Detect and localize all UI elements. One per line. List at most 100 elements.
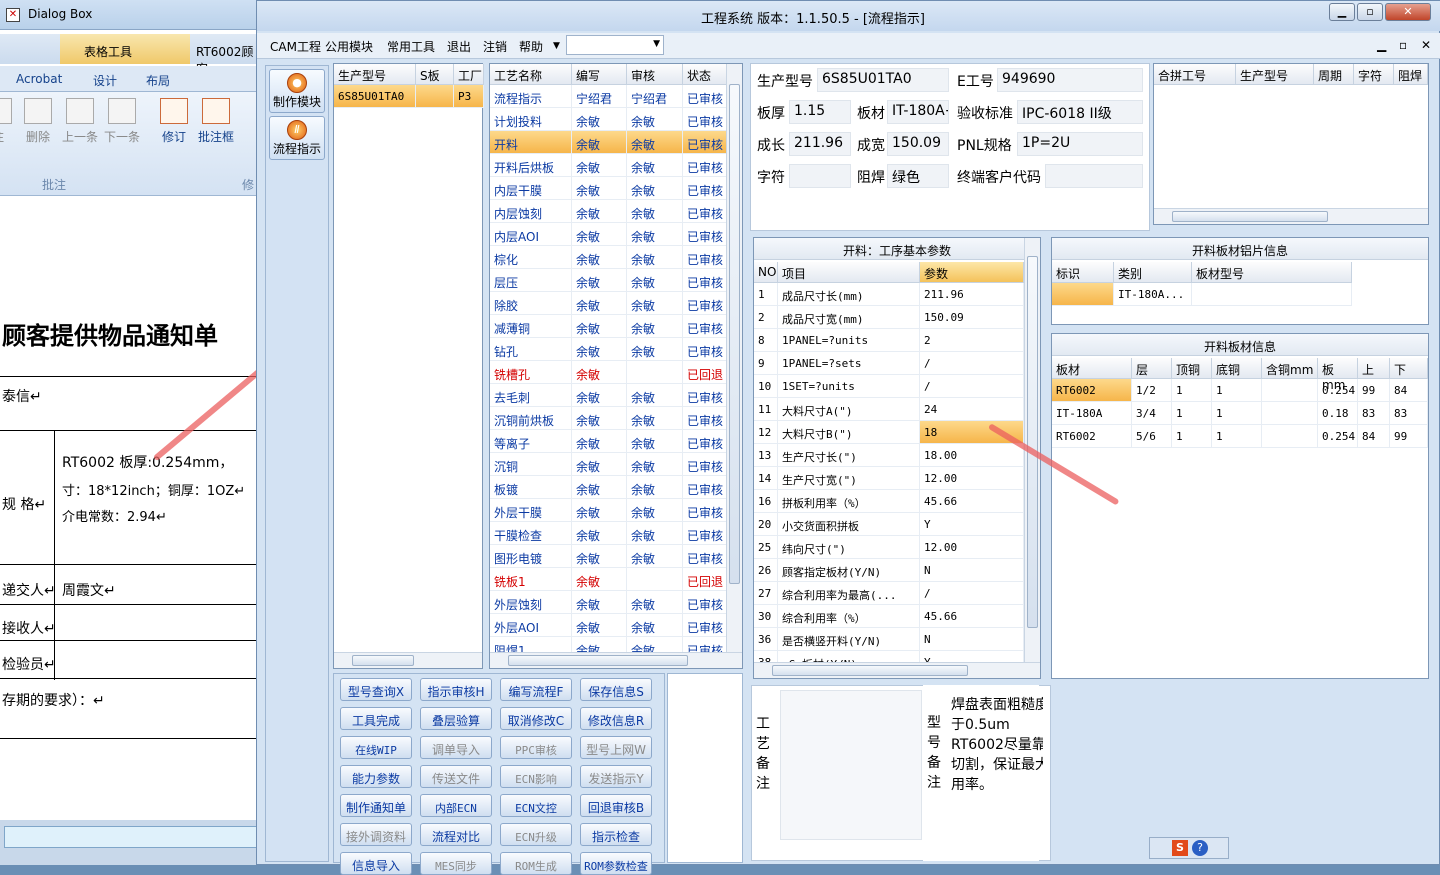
table-row[interactable]: 去毛刺 余敏 余敏 已审核 [490, 384, 742, 407]
column-header[interactable]: 合拼工号 [1154, 64, 1236, 85]
action-button[interactable]: 编写流程F [500, 678, 572, 701]
column-header[interactable]: 阻焊 [1394, 64, 1428, 85]
scroll-thumb[interactable] [729, 84, 740, 584]
action-button[interactable]: PPC审核 [500, 736, 572, 759]
pnl-field[interactable]: 1P=2U [1017, 132, 1143, 156]
column-header[interactable]: 板mm [1318, 358, 1358, 392]
action-button[interactable]: 叠层验算 [420, 707, 492, 730]
tool-make-module[interactable]: ● 制作模块 [269, 69, 325, 113]
column-header[interactable]: S板 [416, 64, 454, 85]
width-field[interactable]: 150.09 [887, 132, 949, 156]
column-header[interactable]: 编写 [572, 64, 627, 85]
ribbon-delete-button[interactable]: 删除 [18, 92, 58, 145]
menu-public-module[interactable]: 公用模块 [325, 38, 373, 55]
table-row[interactable]: 开料 余敏 余敏 已审核 [490, 131, 742, 154]
horizontal-scrollbar[interactable] [490, 652, 742, 668]
tab-design[interactable]: 设计 [93, 72, 117, 89]
maximize-button[interactable]: ▫ [1357, 3, 1383, 21]
table-row[interactable]: 11 大料尺寸A(") 24 [754, 398, 1040, 421]
char-field[interactable] [789, 164, 851, 188]
column-header[interactable]: 标识 [1052, 262, 1114, 283]
column-header[interactable]: 工艺名称 [490, 64, 572, 85]
model-remark-field[interactable]: 焊盘表面粗糙度 于0.5um RT6002尽量靠 切割，保证最大 用率。 [949, 689, 1043, 839]
action-button[interactable]: 型号上网W [580, 736, 652, 759]
column-header[interactable]: 工厂 [454, 64, 484, 85]
ime-logo-icon[interactable]: S [1172, 840, 1188, 856]
action-button[interactable]: 修改信息R [580, 707, 652, 730]
action-button[interactable]: 在线WIP [340, 736, 412, 759]
column-header[interactable]: 状态 [683, 64, 728, 85]
action-button[interactable]: 指示检查 [580, 823, 652, 846]
table-row[interactable]: 除胶 余敏 余敏 已审核 [490, 292, 742, 315]
table-row[interactable]: 25 纬向尺寸(") 12.00 [754, 536, 1040, 559]
table-row[interactable]: 2 成品尺寸宽(mm) 150.09 [754, 306, 1040, 329]
material-field[interactable]: IT-180A+ [887, 100, 949, 124]
menu-combobox[interactable]: ▼ [566, 35, 664, 55]
length-field[interactable]: 211.96 [789, 132, 851, 156]
table-row[interactable]: RT6002 5/6 1 1 0.254 84 99 [1052, 425, 1428, 448]
column-header[interactable]: 下 [1390, 358, 1428, 379]
action-button[interactable]: 保存信息S [580, 678, 652, 701]
action-button[interactable]: 发送指示Y [580, 765, 652, 788]
table-row[interactable]: 内层AOI 余敏 余敏 已审核 [490, 223, 742, 246]
horizontal-scrollbar[interactable] [334, 652, 482, 668]
column-header[interactable]: 项目 [778, 262, 920, 283]
table-row[interactable]: 36 是否横竖开料(Y/N) N [754, 628, 1040, 651]
table-row[interactable]: 开料后烘板 余敏 余敏 已审核 [490, 154, 742, 177]
menu-logout[interactable]: 注销 [483, 38, 507, 55]
action-button[interactable]: ECN文控 [500, 794, 572, 817]
table-row[interactable]: 外层蚀刻 余敏 余敏 已审核 [490, 591, 742, 614]
table-row[interactable]: 棕化 余敏 余敏 已审核 [490, 246, 742, 269]
action-button[interactable]: 指示审核H [420, 678, 492, 701]
tab-acrobat[interactable]: Acrobat [16, 72, 62, 86]
table-row[interactable]: 30 综合利用率（%） 45.66 [754, 605, 1040, 628]
action-button[interactable]: 传送文件 [420, 765, 492, 788]
table-row[interactable]: 20 小交货面积拼板 Y [754, 513, 1040, 536]
column-header[interactable]: 生产型号 [334, 64, 416, 85]
table-row[interactable]: 14 生产尺寸宽(") 12.00 [754, 467, 1040, 490]
minimize-button[interactable]: ▁ [1329, 3, 1355, 21]
scroll-thumb[interactable] [508, 655, 688, 666]
help-icon[interactable]: ? [1192, 840, 1208, 856]
table-row[interactable]: 沉铜 余敏 余敏 已审核 [490, 453, 742, 476]
column-header[interactable]: 顶铜 [1172, 358, 1212, 379]
table-row[interactable]: 13 生产尺寸长(") 18.00 [754, 444, 1040, 467]
menu-overflow-icon[interactable]: ▼ [553, 41, 560, 51]
action-button[interactable]: 接外调资料 [340, 823, 412, 846]
close-button[interactable]: ✕ [1385, 3, 1431, 21]
table-row[interactable]: 10 1SET=?units / [754, 375, 1040, 398]
menu-exit[interactable]: 退出 [447, 38, 471, 55]
action-button[interactable]: 流程对比 [420, 823, 492, 846]
process-remark-field[interactable] [780, 690, 922, 840]
table-row[interactable]: 1 成品尺寸长(mm) 211.96 [754, 283, 1040, 306]
mdi-restore-icon[interactable]: ▫ [1399, 38, 1407, 52]
table-row[interactable]: 9 1PANEL=?sets / [754, 352, 1040, 375]
customer-code-field[interactable] [1045, 164, 1143, 188]
column-header[interactable]: 字符 [1354, 64, 1394, 85]
column-header[interactable]: 含铜mm [1262, 358, 1318, 379]
table-row[interactable]: 铣板1 余敏 已回退 [490, 568, 742, 591]
action-button[interactable]: 工具完成 [340, 707, 412, 730]
mdi-close-icon[interactable]: ✕ [1421, 38, 1431, 52]
action-button[interactable]: 取消修改C [500, 707, 572, 730]
action-button[interactable]: ECN升级 [500, 823, 572, 846]
tab-layout[interactable]: 布局 [146, 72, 170, 89]
action-button[interactable]: ROM生成 [500, 852, 572, 875]
action-button[interactable]: ROM参数检查 [580, 852, 652, 875]
table-row[interactable]: 外层干膜 余敏 余敏 已审核 [490, 499, 742, 522]
action-button[interactable]: 信息导入 [340, 852, 412, 875]
table-row[interactable]: 流程指示 宁绍君 宁绍君 已审核 [490, 85, 742, 108]
tool-flow-indication[interactable]: Ⅱ 流程指示 [269, 116, 325, 160]
action-button[interactable]: 制作通知单 [340, 794, 412, 817]
ribbon-track-changes-button[interactable]: 修订 [154, 92, 194, 145]
horizontal-scrollbar[interactable] [754, 662, 1040, 678]
scroll-thumb[interactable] [352, 655, 414, 666]
action-button[interactable]: 回退审核B [580, 794, 652, 817]
action-button[interactable]: 内部ECN [420, 794, 492, 817]
table-row[interactable]: IT-180A... [1052, 283, 1428, 306]
column-header[interactable]: 层 [1132, 358, 1172, 379]
ribbon-next-button[interactable]: 下一条 [102, 92, 142, 145]
table-row[interactable]: 27 综合利用率为最高(... / [754, 582, 1040, 605]
standard-field[interactable]: IPC-6018 II级 [1017, 100, 1143, 124]
mask-field[interactable]: 绿色 [887, 164, 949, 188]
